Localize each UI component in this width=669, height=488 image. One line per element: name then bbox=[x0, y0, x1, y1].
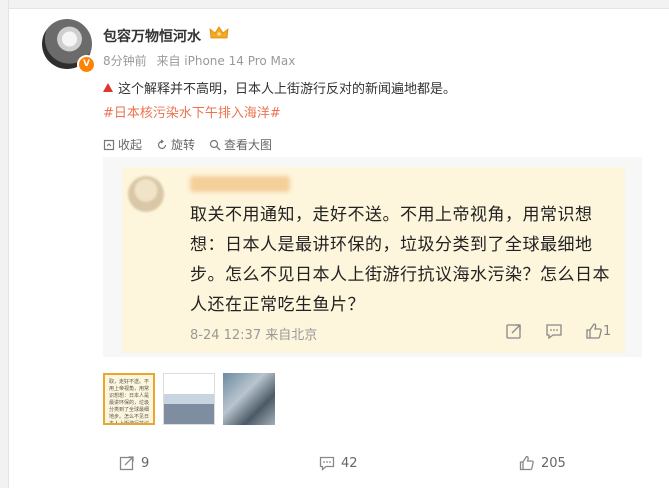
post-time[interactable]: 8分钟前 bbox=[103, 54, 147, 68]
view-large-button[interactable]: 查看大图 bbox=[209, 136, 272, 153]
image-thumbnail-2[interactable] bbox=[163, 373, 215, 425]
thumbs-up-icon bbox=[586, 323, 602, 339]
quoted-avatar-blurred bbox=[128, 176, 164, 212]
quoted-actions: 1 bbox=[505, 322, 611, 340]
repost-icon bbox=[119, 456, 134, 471]
warning-icon bbox=[103, 83, 113, 92]
rotate-button[interactable]: 旋转 bbox=[156, 136, 195, 153]
image-toolbar: 收起 旋转 查看大图 bbox=[103, 136, 272, 153]
magnifier-icon bbox=[209, 139, 221, 150]
collapse-button[interactable]: 收起 bbox=[103, 136, 142, 153]
post-source: 来自 iPhone 14 Pro Max bbox=[156, 54, 296, 68]
thumbs-up-icon bbox=[519, 455, 534, 471]
repost-button[interactable]: 9 bbox=[119, 455, 149, 471]
quoted-like: 1 bbox=[585, 322, 611, 340]
comment-count: 42 bbox=[341, 455, 358, 471]
image-thumbnail-3[interactable] bbox=[223, 373, 275, 425]
quoted-meta: 8-24 12:37 来自北京 bbox=[190, 328, 318, 343]
repost-count: 9 bbox=[141, 455, 150, 471]
window-left-edge bbox=[0, 0, 9, 488]
like-button[interactable]: 205 bbox=[519, 455, 566, 471]
window-top-edge bbox=[0, 0, 669, 9]
quoted-like-count: 1 bbox=[603, 323, 612, 339]
post-body: 这个解释并不高明，日本人上街游行反对的新闻遍地都是。 bbox=[118, 82, 457, 97]
hashtag-link[interactable]: #日本核污染水下午排入海洋# bbox=[103, 102, 281, 121]
crown-icon bbox=[209, 26, 229, 39]
quoted-comment bbox=[545, 322, 563, 340]
comment-icon bbox=[319, 456, 335, 471]
view-large-label: 查看大图 bbox=[224, 138, 273, 152]
post-meta: 8分钟前 来自 iPhone 14 Pro Max bbox=[103, 52, 301, 69]
collapse-label: 收起 bbox=[118, 138, 143, 152]
collapse-icon bbox=[103, 139, 115, 150]
rotate-label: 旋转 bbox=[171, 138, 196, 152]
quoted-name-blurred bbox=[190, 176, 290, 192]
quoted-text: 取关不用通知，走好不送。不用上帝视角，用常识想想：日本人是最讲环保的，垃圾分类到… bbox=[190, 205, 610, 315]
image-thumbnail-1[interactable]: 取，走好不送。不用上帝视角，用常识想想：日本人是最讲环保的，垃圾分类到了全球最细… bbox=[103, 373, 155, 425]
comment-button[interactable]: 42 bbox=[319, 455, 358, 471]
username[interactable]: 包容万物恒河水 bbox=[103, 26, 201, 46]
comment-icon bbox=[546, 324, 562, 340]
post-text: 这个解释并不高明，日本人上街游行反对的新闻遍地都是。 bbox=[103, 78, 456, 97]
thumbnail-1-text: 取，走好不送。不用上帝视角，用常识想想：日本人是最讲环保的，垃圾分类到了全球最细… bbox=[109, 379, 150, 425]
share-icon bbox=[506, 324, 521, 339]
like-count: 205 bbox=[541, 455, 566, 471]
verified-badge-icon: V bbox=[77, 55, 96, 74]
quoted-share bbox=[505, 322, 523, 340]
rotate-icon bbox=[157, 139, 167, 149]
